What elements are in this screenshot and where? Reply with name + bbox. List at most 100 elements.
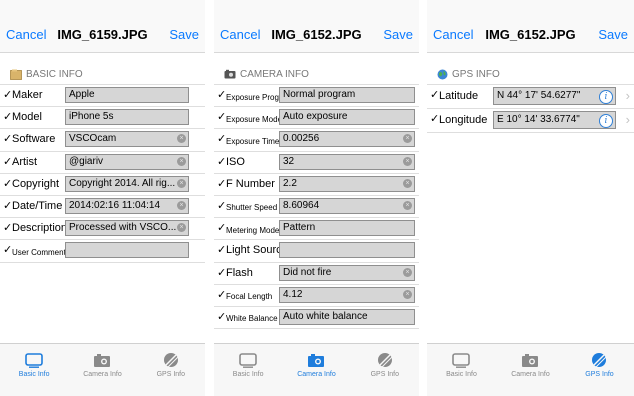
clear-icon[interactable]: × xyxy=(177,178,186,188)
metering-mode-field[interactable]: Pattern xyxy=(279,220,415,237)
field-label: Copyright xyxy=(12,177,60,190)
field-label: Shutter Speed xyxy=(226,203,278,213)
checkmark-icon[interactable]: ✓ xyxy=(430,88,439,102)
f-number-field[interactable]: 2.2 × xyxy=(279,175,415,192)
tab-gps-info[interactable]: GPS Info xyxy=(351,344,419,396)
clear-icon[interactable]: × xyxy=(403,156,412,166)
field-row-maker: ✓ Maker Apple xyxy=(0,84,205,108)
checkmark-icon[interactable]: ✓ xyxy=(217,266,226,280)
tab-basic-info[interactable]: Basic Info xyxy=(214,344,282,396)
checkmark-icon[interactable]: ✓ xyxy=(3,177,12,191)
field-list: ✓ Maker Apple ✓ Model iPhone 5s ✓ Softwa… xyxy=(0,84,205,263)
save-button[interactable]: Save xyxy=(598,27,628,43)
field-value: Did not fire xyxy=(283,266,332,278)
tab-gps-info[interactable]: GPS Info xyxy=(565,344,634,396)
exposure-mode-field[interactable]: Auto exposure xyxy=(279,109,415,126)
clear-icon[interactable]: × xyxy=(177,134,186,144)
checkmark-icon[interactable]: ✓ xyxy=(217,177,226,191)
clear-icon[interactable]: × xyxy=(403,289,412,299)
clear-icon[interactable]: × xyxy=(403,267,412,277)
info-icon[interactable]: i xyxy=(599,90,613,104)
clear-icon[interactable]: × xyxy=(177,223,186,233)
field-row-flash: ✓ Flash Did not fire × xyxy=(214,263,419,285)
field-label: Focal Length xyxy=(226,292,273,302)
tab-camera-info[interactable]: Camera Info xyxy=(68,344,136,396)
field-label: Longitude xyxy=(439,114,488,126)
field-label: Maker xyxy=(12,89,43,101)
satellite-icon xyxy=(592,353,607,368)
field-value: 2.2 xyxy=(283,177,297,189)
clear-icon[interactable]: × xyxy=(177,200,186,210)
exposure-time-field[interactable]: 0.00256 × xyxy=(279,131,415,148)
folder-icon xyxy=(10,69,22,80)
clear-icon[interactable]: × xyxy=(403,134,412,144)
tab-basic-info[interactable]: Basic Info xyxy=(427,344,496,396)
tab-camera-info[interactable]: Camera Info xyxy=(496,344,565,396)
checkmark-icon[interactable]: ✓ xyxy=(217,88,226,102)
checkmark-icon[interactable]: ✓ xyxy=(3,221,12,235)
white-balance-field[interactable]: Auto white balance xyxy=(279,308,415,325)
field-label: Date/Time xyxy=(12,199,63,212)
checkmark-icon[interactable]: ✓ xyxy=(3,243,12,257)
field-label: F Number xyxy=(226,177,275,190)
field-label: Description xyxy=(12,222,68,235)
checkmark-icon[interactable]: ✓ xyxy=(3,155,12,169)
clear-icon[interactable]: × xyxy=(177,156,186,166)
save-button[interactable]: Save xyxy=(169,27,199,43)
checkmark-icon[interactable]: ✓ xyxy=(217,132,226,146)
clear-icon[interactable]: × xyxy=(403,178,412,188)
checkmark-icon[interactable]: ✓ xyxy=(3,110,12,124)
copyright-field[interactable]: Copyright 2014. All rig... × xyxy=(65,175,189,192)
chevron-right-icon[interactable]: › xyxy=(626,113,630,127)
checkmark-icon[interactable]: ✓ xyxy=(430,112,439,126)
tab-gps-info[interactable]: GPS Info xyxy=(137,344,205,396)
latitude-field[interactable]: N 44° 17' 54.6277" i xyxy=(493,87,616,105)
checkmark-icon[interactable]: ✓ xyxy=(217,221,226,235)
shutter-speed-field[interactable]: 8.60964 × xyxy=(279,197,415,214)
software-field[interactable]: VSCOcam × xyxy=(65,131,189,148)
section-header: GPS INFO xyxy=(437,67,500,83)
tab-camera-info[interactable]: Camera Info xyxy=(282,344,350,396)
checkmark-icon[interactable]: ✓ xyxy=(217,199,226,213)
artist-field[interactable]: @giariv × xyxy=(65,153,189,170)
checkmark-icon[interactable]: ✓ xyxy=(3,88,12,102)
field-row-exposure-mode: ✓ Exposure Mode Auto exposure xyxy=(214,107,419,130)
model-field[interactable]: iPhone 5s xyxy=(65,109,189,126)
field-row-datetime: ✓ Date/Time 2014:02:16 11:04:14 × xyxy=(0,196,205,219)
focal-length-field[interactable]: 4.12 × xyxy=(279,286,415,303)
clear-icon[interactable]: × xyxy=(403,200,412,210)
field-label: Artist xyxy=(12,155,38,168)
checkmark-icon[interactable]: ✓ xyxy=(217,288,226,302)
field-row-iso: ✓ ISO 32 × xyxy=(214,152,419,174)
checkmark-icon[interactable]: ✓ xyxy=(217,310,226,324)
checkmark-icon[interactable]: ✓ xyxy=(3,132,12,146)
checkmark-icon[interactable]: ✓ xyxy=(3,199,12,213)
user-comment-field[interactable] xyxy=(65,242,189,259)
tab-basic-info[interactable]: Basic Info xyxy=(0,344,68,396)
datetime-field[interactable]: 2014:02:16 11:04:14 × xyxy=(65,197,189,214)
tab-label: Basic Info xyxy=(232,371,264,378)
field-value: Copyright 2014. All rig... xyxy=(69,177,176,189)
camera-icon xyxy=(94,354,111,367)
camera-icon xyxy=(522,354,539,367)
iso-field[interactable]: 32 × xyxy=(279,153,415,170)
field-row-focal-length: ✓ Focal Length 4.12 × xyxy=(214,285,419,307)
light-source-field[interactable] xyxy=(279,242,415,259)
checkmark-icon[interactable]: ✓ xyxy=(217,243,226,257)
flash-field[interactable]: Did not fire × xyxy=(279,264,415,281)
description-field[interactable]: Processed with VSCO... × xyxy=(65,220,189,237)
checkmark-icon[interactable]: ✓ xyxy=(217,110,226,124)
content-area: CAMERA INFO ✓ Exposure Progr... Normal p… xyxy=(214,53,419,344)
tab-label: Camera Info xyxy=(297,371,336,378)
checkmark-icon[interactable]: ✓ xyxy=(217,155,226,169)
info-icon[interactable]: i xyxy=(599,114,613,128)
chevron-right-icon[interactable]: › xyxy=(626,89,630,103)
field-label: Model xyxy=(12,111,42,124)
longitude-field[interactable]: E 10° 14' 33.6774" i xyxy=(493,111,616,129)
field-value: @giariv xyxy=(69,155,104,167)
tab-label: Basic Info xyxy=(446,371,477,378)
exposure-program-field[interactable]: Normal program xyxy=(279,87,415,103)
maker-field[interactable]: Apple xyxy=(65,87,189,103)
field-row-longitude: ✓ Longitude E 10° 14' 33.6774" i › xyxy=(427,109,634,133)
save-button[interactable]: Save xyxy=(383,27,413,43)
